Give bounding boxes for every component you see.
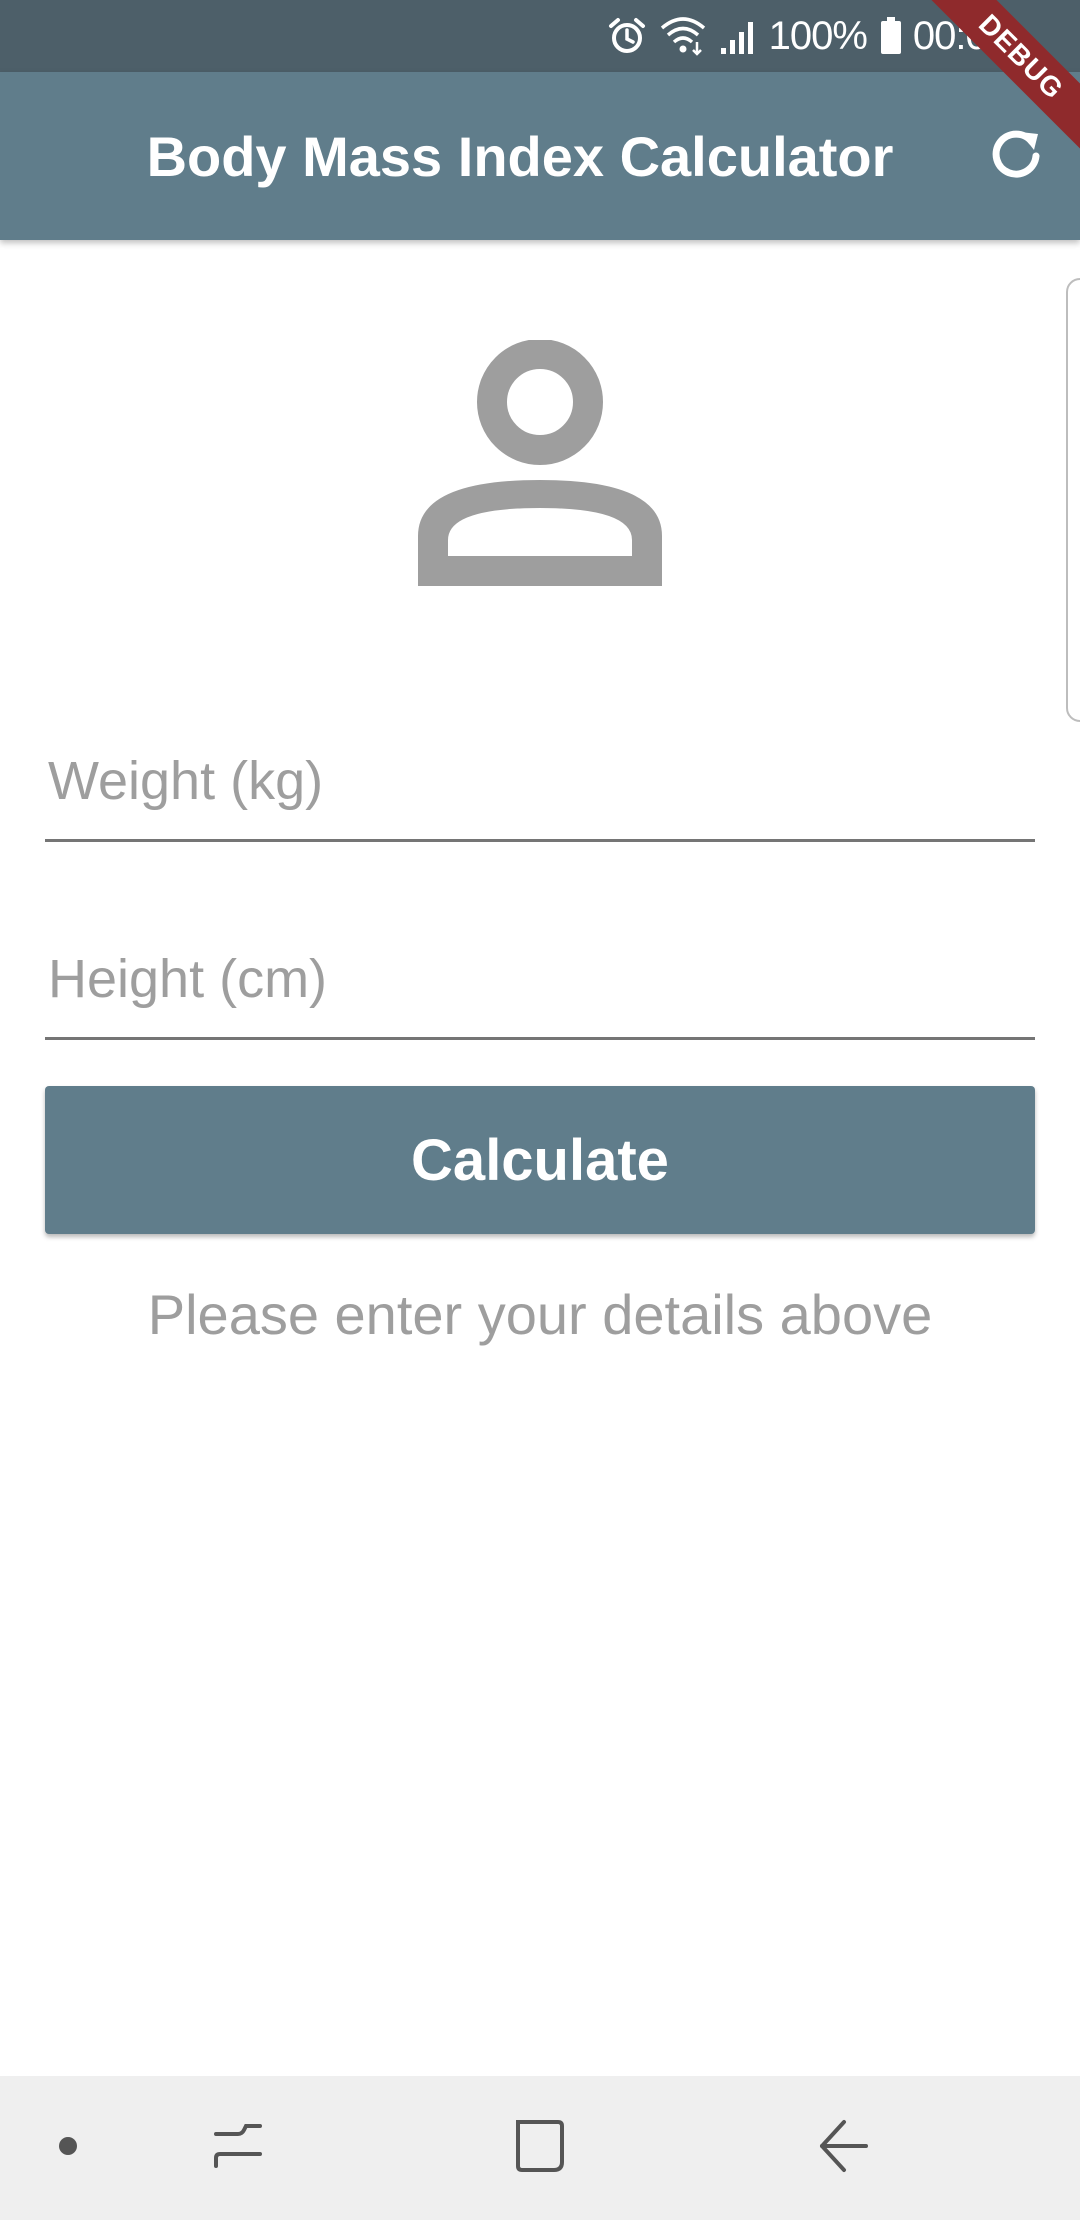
height-field (45, 920, 1035, 1040)
wifi-icon (659, 14, 707, 58)
home-button[interactable] (490, 2076, 590, 2220)
refresh-icon (988, 126, 1044, 187)
home-icon (512, 2118, 568, 2179)
alarm-icon (607, 14, 647, 58)
screen: 100% 00:07 DEBUG Body Mass Index Calcula… (0, 0, 1080, 2220)
calculate-button[interactable]: Calculate (45, 1086, 1035, 1234)
refresh-button[interactable] (978, 118, 1054, 194)
dot-button[interactable] (28, 2076, 108, 2220)
person-icon (418, 339, 662, 586)
page-title: Body Mass Index Calculator (146, 124, 894, 188)
scrollbar[interactable] (1066, 278, 1080, 722)
recents-button[interactable] (188, 2076, 288, 2220)
signal-icon (719, 14, 759, 58)
back-button[interactable] (794, 2076, 894, 2220)
weight-field (45, 722, 1035, 842)
result-message: Please enter your details above (147, 1283, 933, 1346)
dot-icon (58, 2136, 78, 2161)
status-bar: 100% 00:07 (0, 0, 1080, 72)
back-icon (816, 2118, 872, 2179)
navigation-bar (0, 2076, 1080, 2220)
recents-icon (210, 2118, 266, 2179)
app-bar: Body Mass Index Calculator (0, 72, 1080, 240)
battery-icon (879, 14, 903, 58)
height-input[interactable] (45, 920, 1035, 1037)
battery-percentage: 100% (768, 13, 868, 58)
weight-input[interactable] (45, 722, 1035, 839)
